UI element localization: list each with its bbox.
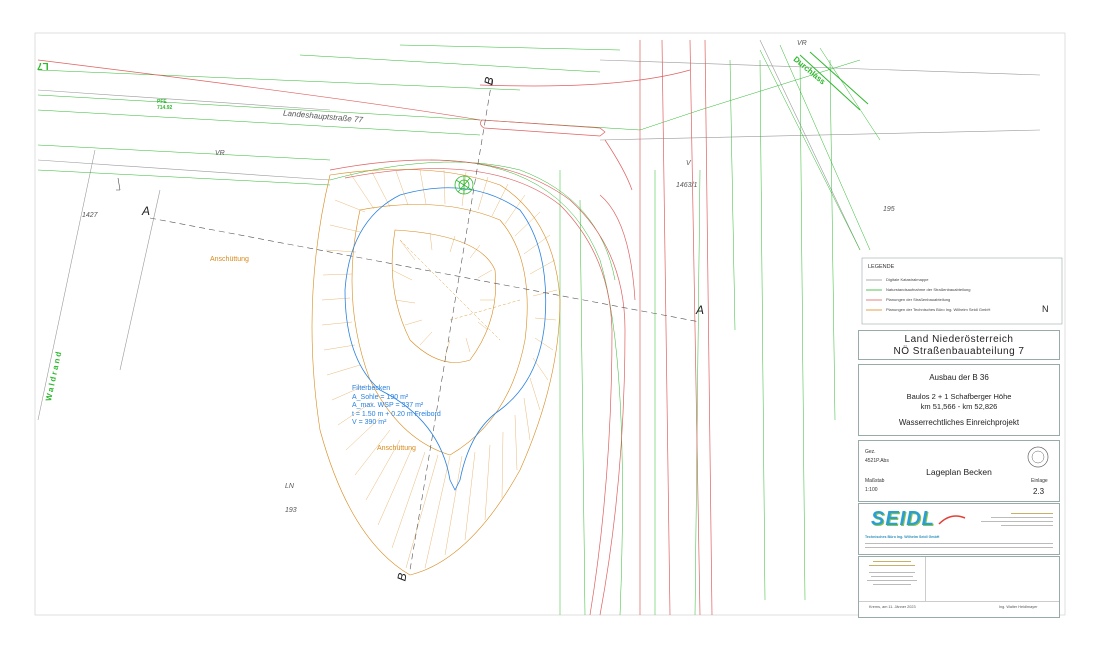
drawing-sheet: Landeshauptstraße 77 VR VR Durchlass Wal… [0, 0, 1100, 650]
section-a-start-label: A [142, 204, 151, 218]
project-line-1: Ausbau der B 36 [929, 373, 989, 382]
authority-line-2: NÖ Straßenbauabteilung 7 [893, 346, 1025, 357]
gez-value: 4521P.Abs [865, 458, 889, 464]
section-a-end-label: A [696, 303, 705, 317]
project-line-3: km 51,566 - km 52,826 [920, 402, 998, 411]
project-line-2: Baulos 2 + 1 Schafberger Höhe [906, 392, 1012, 401]
project-box: Ausbau der B 36 Baulos 2 + 1 Schafberger… [858, 364, 1060, 436]
v-label: V [686, 160, 691, 167]
signature-divider [859, 601, 1059, 602]
project-line-4: Wasserrechtliches Einreichprojekt [898, 418, 1020, 427]
filter-basin-title: Filterbecken [352, 385, 391, 392]
company-contact-line [865, 547, 1053, 548]
company-info-lines [971, 510, 1053, 532]
company-address-line [865, 543, 1053, 544]
filter-basin-depth: t = 1.50 m + 0.20 m Freibord [352, 410, 441, 418]
road-class-right-label: VR [797, 40, 807, 47]
scale-value: 1:100 [865, 487, 878, 493]
company-name: Technisches Büro Ing. Wilhelm Seidl GmbH [865, 535, 940, 539]
filter-basin-annotation: Filterbecken A_Sohle = 190 m² A_max. WSP… [352, 385, 441, 428]
einlage-value: 2.3 [1033, 487, 1045, 496]
parcel-195-label: 195 [883, 206, 895, 213]
company-logo: SEIDL [871, 508, 935, 530]
road-l7-label: L7 [37, 60, 49, 71]
legend-item-road-planning: Planungen der Straßenbauabteilung [886, 297, 951, 302]
date-place: Krems, am 11. Jänner 2023 [869, 605, 916, 609]
stamp-icon [1027, 446, 1049, 468]
einlage-label: Einlage [1031, 478, 1048, 484]
engineer-name: Ing. Walter Heidlmayer [999, 605, 1038, 609]
gez-label: Gez. [865, 449, 876, 455]
land-use-label: LN [285, 483, 294, 490]
filter-basin-area-bottom: A_Sohle = 190 m² [352, 393, 409, 401]
legend-title: LEGENDE [868, 264, 895, 270]
embankment-label-1: Anschüttung [210, 256, 249, 263]
plan-info-box: Gez. 4521P.Abs Maßstab 1:100 Lageplan Be… [858, 440, 1060, 502]
signature-box: Krems, am 11. Jänner 2023 Ing. Walter He… [858, 556, 1060, 618]
legend-item-seidl-planning: Planungen der Technisches Büro Ing. Wilh… [886, 307, 991, 312]
authority-box: Land Niederösterreich NÖ Straßenbauabtei… [858, 330, 1060, 360]
authority-line-1: Land Niederösterreich [904, 334, 1014, 345]
parcel-193-label: 193 [285, 507, 297, 514]
pfe-label: PFE 714.92 [157, 99, 173, 111]
company-box: SEIDL Technisches Büro Ing. Wilhelm Seid… [858, 503, 1060, 555]
legend-item-cadastre: Digitale Katastralmappe [886, 277, 929, 282]
embankment-label-2: Anschüttung [377, 445, 416, 452]
filter-basin-area-max: A_max. WSP = 337 m² [352, 402, 424, 409]
parcel-1463-label: 1463/1 [676, 182, 698, 189]
legend-item-survey: Naturstandsaufnahme der Straßenbauabteil… [886, 287, 971, 292]
office-stamp [859, 557, 926, 601]
logo-swoosh-icon [938, 515, 966, 525]
scale-label: Maßstab [865, 478, 885, 484]
parcel-1427-label: 1427 [82, 212, 98, 219]
north-label: N [1042, 304, 1049, 314]
filter-basin-volume: V = 390 m² [352, 419, 387, 426]
road-class-label: VR [215, 150, 225, 157]
